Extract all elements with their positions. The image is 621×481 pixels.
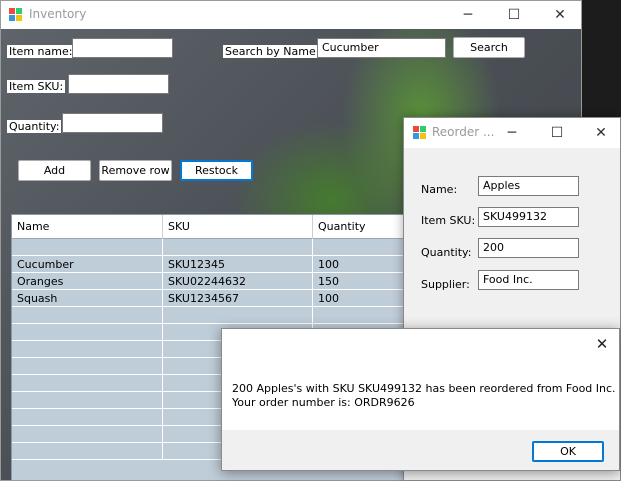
- cell-name[interactable]: [12, 375, 163, 392]
- cell-name[interactable]: Squash: [12, 290, 163, 307]
- cell-name[interactable]: [12, 307, 163, 324]
- search-input[interactable]: Cucumber: [317, 38, 446, 58]
- cell-name[interactable]: [12, 443, 163, 460]
- cell-name[interactable]: [12, 409, 163, 426]
- maximize-button[interactable]: ☐: [491, 1, 537, 29]
- cell-sku[interactable]: SKU1234567: [163, 290, 313, 307]
- reorder-title: Reorder ...: [432, 125, 495, 139]
- inventory-titlebar[interactable]: Inventory ─ ☐ ✕: [1, 1, 581, 29]
- reorder-name-field[interactable]: Apples: [478, 176, 579, 196]
- add-button[interactable]: Add: [18, 160, 91, 181]
- maximize-icon: ☐: [507, 7, 521, 23]
- cell-name[interactable]: [12, 358, 163, 375]
- maximize-icon: ☐: [550, 125, 564, 141]
- reorder-titlebar[interactable]: Reorder ... ─ ☐ ✕: [404, 118, 620, 148]
- item-sku-label: Item SKU:: [7, 80, 66, 93]
- minimize-icon: ─: [507, 125, 517, 141]
- table-row[interactable]: Oranges SKU02244632 150: [12, 273, 430, 290]
- table-row[interactable]: Squash SKU1234567 100: [12, 290, 430, 307]
- cell-name[interactable]: [12, 426, 163, 443]
- cell-name[interactable]: [12, 239, 163, 256]
- app-icon: [9, 8, 23, 22]
- reorder-quantity-field[interactable]: 200: [478, 238, 579, 258]
- cell-name[interactable]: [12, 341, 163, 358]
- remove-row-button[interactable]: Remove row: [99, 160, 172, 181]
- minimize-icon: ─: [463, 7, 473, 23]
- column-header-name[interactable]: Name: [12, 215, 163, 239]
- app-icon: [413, 126, 427, 140]
- dialog-footer: OK: [222, 430, 619, 470]
- dialog-close-button[interactable]: ✕: [587, 331, 617, 357]
- reorder-sku-field[interactable]: SKU499132: [478, 207, 579, 227]
- reorder-supplier-label: Supplier:: [421, 278, 470, 291]
- item-sku-field[interactable]: [68, 74, 169, 94]
- table-row[interactable]: [12, 239, 430, 256]
- table-row[interactable]: Cucumber SKU12345 100: [12, 256, 430, 273]
- grid-header: Name SKU Quantity: [12, 215, 430, 239]
- cell-sku[interactable]: [163, 239, 313, 256]
- column-header-sku[interactable]: SKU: [163, 215, 313, 239]
- cell-name[interactable]: [12, 324, 163, 341]
- cell-name[interactable]: Oranges: [12, 273, 163, 290]
- dialog-message-line1: 200 Apples's with SKU SKU499132 has been…: [232, 382, 616, 395]
- reorder-sku-label: Item SKU:: [421, 214, 476, 227]
- dialog-message-line2: Your order number is: ORDR9626: [232, 396, 415, 409]
- minimize-button[interactable]: ─: [445, 1, 491, 29]
- reorder-minimize-button[interactable]: ─: [489, 119, 535, 147]
- reorder-name-label: Name:: [421, 183, 458, 196]
- close-icon: ✕: [554, 7, 566, 23]
- cell-sku[interactable]: SKU02244632: [163, 273, 313, 290]
- cell-name[interactable]: Cucumber: [12, 256, 163, 273]
- item-name-field[interactable]: [72, 38, 173, 58]
- close-button[interactable]: ✕: [537, 1, 583, 29]
- cell-sku[interactable]: SKU12345: [163, 256, 313, 273]
- confirmation-dialog: ✕ 200 Apples's with SKU SKU499132 has be…: [221, 328, 620, 471]
- item-name-label: Item name:: [7, 45, 75, 58]
- quantity-label: Quantity:: [7, 120, 62, 133]
- search-button[interactable]: Search: [453, 37, 525, 58]
- reorder-supplier-field[interactable]: Food Inc.: [478, 270, 579, 290]
- dialog-message: 200 Apples's with SKU SKU499132 has been…: [232, 382, 616, 410]
- cell-sku[interactable]: [163, 307, 313, 324]
- search-by-name-label: Search by Name:: [223, 45, 322, 58]
- ok-button[interactable]: OK: [532, 441, 604, 462]
- reorder-close-button[interactable]: ✕: [578, 119, 621, 147]
- reorder-quantity-label: Quantity:: [421, 246, 472, 259]
- close-icon: ✕: [595, 125, 607, 141]
- close-icon: ✕: [595, 335, 609, 353]
- reorder-maximize-button[interactable]: ☐: [534, 119, 580, 147]
- table-row[interactable]: [12, 307, 430, 324]
- window-title: Inventory: [29, 7, 87, 21]
- cell-name[interactable]: [12, 392, 163, 409]
- restock-button[interactable]: Restock: [180, 160, 253, 181]
- quantity-field[interactable]: [62, 113, 163, 133]
